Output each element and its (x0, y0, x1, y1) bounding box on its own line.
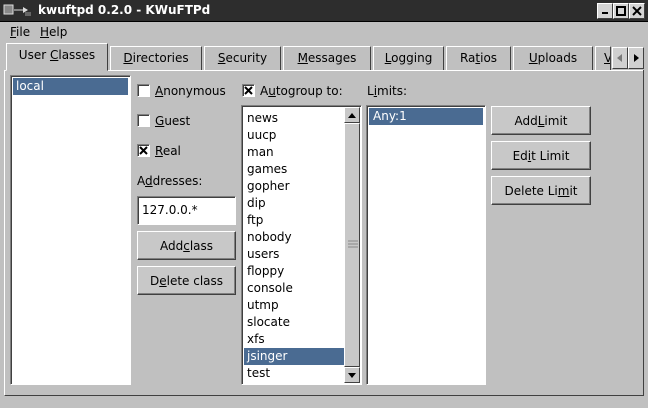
anonymous-checkbox[interactable] (137, 84, 150, 97)
checkmark-x-icon (139, 146, 148, 155)
list-item[interactable]: games (244, 161, 344, 178)
list-item[interactable]: ftp (244, 212, 344, 229)
addresses-input[interactable]: 127.0.0.* (137, 196, 236, 225)
list-item[interactable]: Any:1 (369, 108, 483, 125)
tab-scroll-right-button[interactable] (628, 47, 644, 69)
list-item[interactable]: floppy (244, 263, 344, 280)
tab-partial[interactable]: V (595, 46, 611, 70)
group-list-scrollbar[interactable] (344, 107, 360, 383)
list-item[interactable]: utmp (244, 297, 344, 314)
checkmark-x-icon (244, 86, 253, 95)
grip-icon (348, 240, 358, 248)
window-title: kwuftpd 0.2.0 - KWuFTPd (38, 3, 211, 17)
list-item[interactable]: users (244, 246, 344, 263)
list-item[interactable]: man (244, 144, 344, 161)
app-icon[interactable] (3, 3, 33, 18)
list-item[interactable]: test (244, 365, 344, 382)
group-list[interactable]: news uucp man games gopher dip ftp nobod… (241, 105, 362, 385)
list-item[interactable]: local (13, 78, 128, 95)
list-item[interactable]: nobody (244, 229, 344, 246)
menu-file[interactable]: File (10, 25, 30, 39)
real-checkbox[interactable] (137, 144, 150, 157)
delete-class-button[interactable]: De lete class (137, 266, 236, 295)
tab-security[interactable]: Security (204, 46, 281, 70)
tab-logging[interactable]: Logging (373, 46, 444, 70)
list-item[interactable]: uucp (244, 127, 344, 144)
autogroup-label: Autogroup to: (260, 84, 343, 98)
list-item[interactable]: news (244, 110, 344, 127)
arrow-down-icon (348, 373, 356, 378)
autogroup-checkbox[interactable] (242, 84, 255, 97)
real-label: Real (155, 144, 181, 158)
list-item[interactable]: gopher (244, 178, 344, 195)
maximize-button[interactable] (613, 3, 629, 19)
arrow-left-icon (617, 54, 622, 62)
limits-list[interactable]: Any:1 (366, 105, 486, 385)
list-item[interactable]: console (244, 280, 344, 297)
tab-directories[interactable]: Directories (110, 46, 202, 70)
tab-uploads[interactable]: Uploads (513, 46, 593, 70)
list-item[interactable]: slocate (244, 314, 344, 331)
anonymous-label: Anonymous (155, 84, 226, 98)
title-bar[interactable]: kwuftpd 0.2.0 - KWuFTPd (0, 0, 648, 22)
list-item[interactable]: dip (244, 195, 344, 212)
group-list-viewport: news uucp man games gopher dip ftp nobod… (244, 110, 344, 382)
scroll-thumb[interactable] (344, 123, 360, 367)
list-item[interactable]: xfs (244, 331, 344, 348)
class-list[interactable]: local (10, 75, 131, 385)
menu-bar: File Help (0, 22, 648, 42)
tab-ratios[interactable]: Ratios (446, 46, 511, 70)
add-limit-button[interactable]: Add Limit (491, 106, 591, 135)
close-button[interactable] (629, 3, 645, 19)
add-class-button[interactable]: Add c lass (137, 231, 236, 260)
arrow-up-icon (348, 113, 356, 118)
tab-messages[interactable]: Messages (283, 46, 371, 70)
edit-limit-button[interactable]: Ed i t Limit (491, 141, 591, 170)
guest-label: Guest (155, 114, 191, 128)
tab-user-classes[interactable]: User Classes (6, 43, 108, 71)
arrow-right-icon (634, 54, 639, 62)
maximize-icon (616, 6, 626, 16)
close-icon (632, 6, 642, 16)
addresses-label: Addresses: (137, 174, 203, 188)
limits-label: Limits: (367, 84, 408, 98)
minimize-icon (602, 12, 608, 14)
menu-help[interactable]: Help (40, 25, 67, 39)
tab-scroll-left-button[interactable] (612, 47, 628, 69)
guest-checkbox[interactable] (137, 114, 150, 127)
scroll-down-button[interactable] (344, 367, 360, 383)
list-item[interactable]: jsinger (244, 348, 344, 365)
delete-limit-button[interactable]: Delete Li m it (491, 176, 591, 205)
minimize-button[interactable] (597, 3, 613, 19)
scroll-up-button[interactable] (344, 107, 360, 123)
